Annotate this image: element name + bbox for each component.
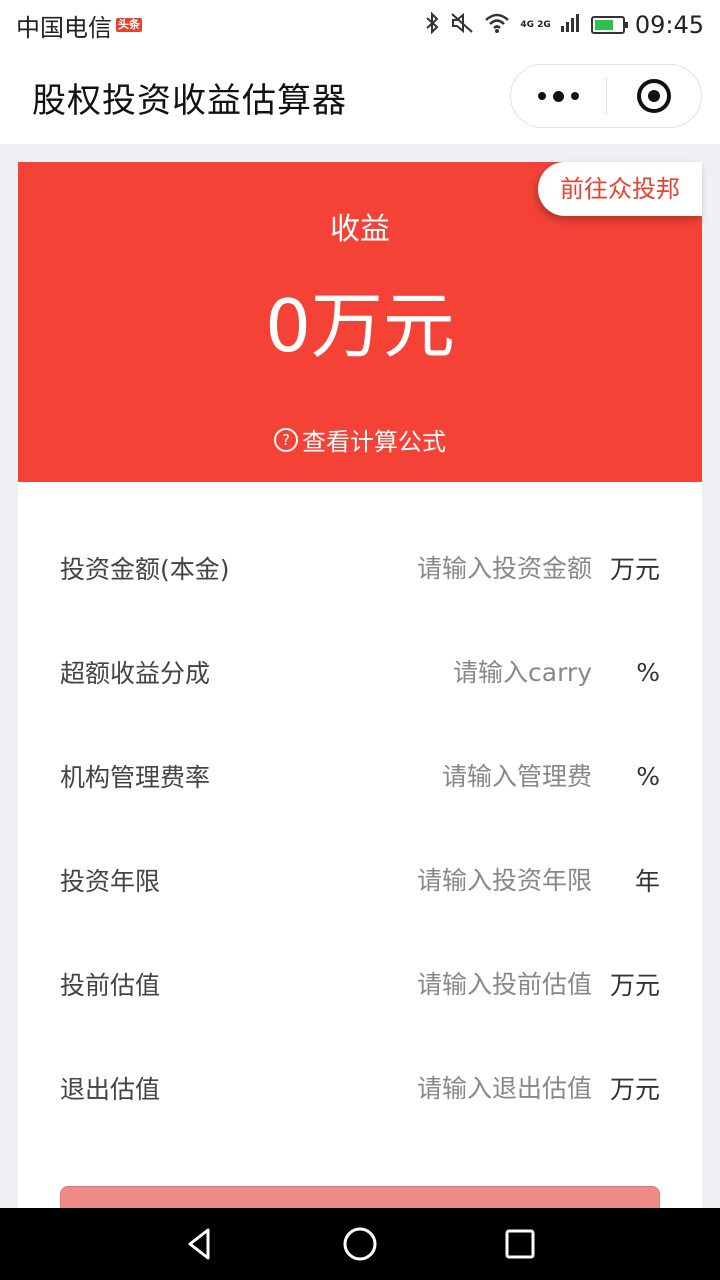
form-row-carry: 超额收益分成 % xyxy=(18,620,702,724)
result-value: 0万元 xyxy=(265,284,455,368)
field-label: 退出估值 xyxy=(60,1075,161,1104)
recents-square-icon xyxy=(505,1229,535,1259)
field-label: 投前估值 xyxy=(60,971,161,1000)
status-icons: 4G 2G 09:45 xyxy=(424,11,704,39)
field-unit: 万元 xyxy=(609,1075,660,1104)
network-label: 4G 2G xyxy=(520,20,551,30)
field-label: 超额收益分成 xyxy=(60,659,211,688)
form-row-investment: 投资金额(本金) 万元 xyxy=(18,516,702,620)
view-formula-link[interactable]: ? 查看计算公式 xyxy=(18,422,702,457)
back-triangle-icon xyxy=(188,1228,210,1260)
capsule-menu xyxy=(510,64,702,128)
investment-amount-input[interactable] xyxy=(332,553,592,583)
more-button[interactable] xyxy=(511,90,606,102)
carrier-name: 中国电信 xyxy=(16,13,112,42)
form-row-exit-valuation: 退出估值 万元 xyxy=(18,1036,702,1140)
view-formula-label: 查看计算公式 xyxy=(302,428,446,456)
close-button[interactable] xyxy=(607,79,701,113)
field-unit: 万元 xyxy=(609,555,660,584)
carrier: 中国电信 头条 xyxy=(16,8,142,43)
field-label: 机构管理费率 xyxy=(60,763,211,792)
pre-money-valuation-input[interactable] xyxy=(332,969,592,999)
result-panel: 前往众投邦 收益 0万元 ? 查看计算公式 xyxy=(18,162,702,482)
question-circle-icon: ? xyxy=(274,427,298,452)
management-fee-input[interactable] xyxy=(332,761,592,791)
field-unit: % xyxy=(636,657,660,687)
battery-icon xyxy=(590,16,628,34)
exit-valuation-input[interactable] xyxy=(332,1073,592,1103)
network-indicator: 4G 2G xyxy=(520,20,550,30)
nav-bar: 股权投资收益估算器 xyxy=(0,50,720,144)
page-title: 股权投资收益估算器 xyxy=(32,80,347,121)
target-close-icon xyxy=(637,79,671,113)
form-row-years: 投资年限 年 xyxy=(18,828,702,932)
system-nav-bar xyxy=(0,1208,720,1280)
investment-years-input[interactable] xyxy=(332,865,592,895)
field-label: 投资年限 xyxy=(60,867,161,896)
wifi-icon xyxy=(484,12,510,39)
mute-icon xyxy=(450,12,474,39)
home-circle-icon xyxy=(343,1227,377,1261)
carry-input[interactable] xyxy=(332,657,592,687)
form-row-pre-valuation: 投前估值 万元 xyxy=(18,932,702,1036)
more-dots-icon xyxy=(538,92,546,100)
status-bar: 中国电信 头条 4G 2G 09:45 xyxy=(0,0,720,50)
carrier-badge: 头条 xyxy=(116,18,142,32)
recents-button[interactable] xyxy=(490,1214,550,1274)
back-button[interactable] xyxy=(170,1214,230,1274)
bluetooth-icon xyxy=(424,11,440,39)
field-unit: 年 xyxy=(634,867,660,896)
result-label: 收益 xyxy=(330,212,390,247)
signal-icon xyxy=(560,12,581,39)
field-unit: % xyxy=(636,761,660,791)
field-unit: 万元 xyxy=(609,971,660,1000)
home-button[interactable] xyxy=(330,1214,390,1274)
field-label: 投资金额(本金) xyxy=(60,555,230,584)
form-row-management-fee: 机构管理费率 % xyxy=(18,724,702,828)
calculator-form: 投资金额(本金) 万元 超额收益分成 % 机构管理费率 % 投资年限 年 投前估… xyxy=(18,482,702,1226)
clock: 09:45 xyxy=(634,11,704,39)
